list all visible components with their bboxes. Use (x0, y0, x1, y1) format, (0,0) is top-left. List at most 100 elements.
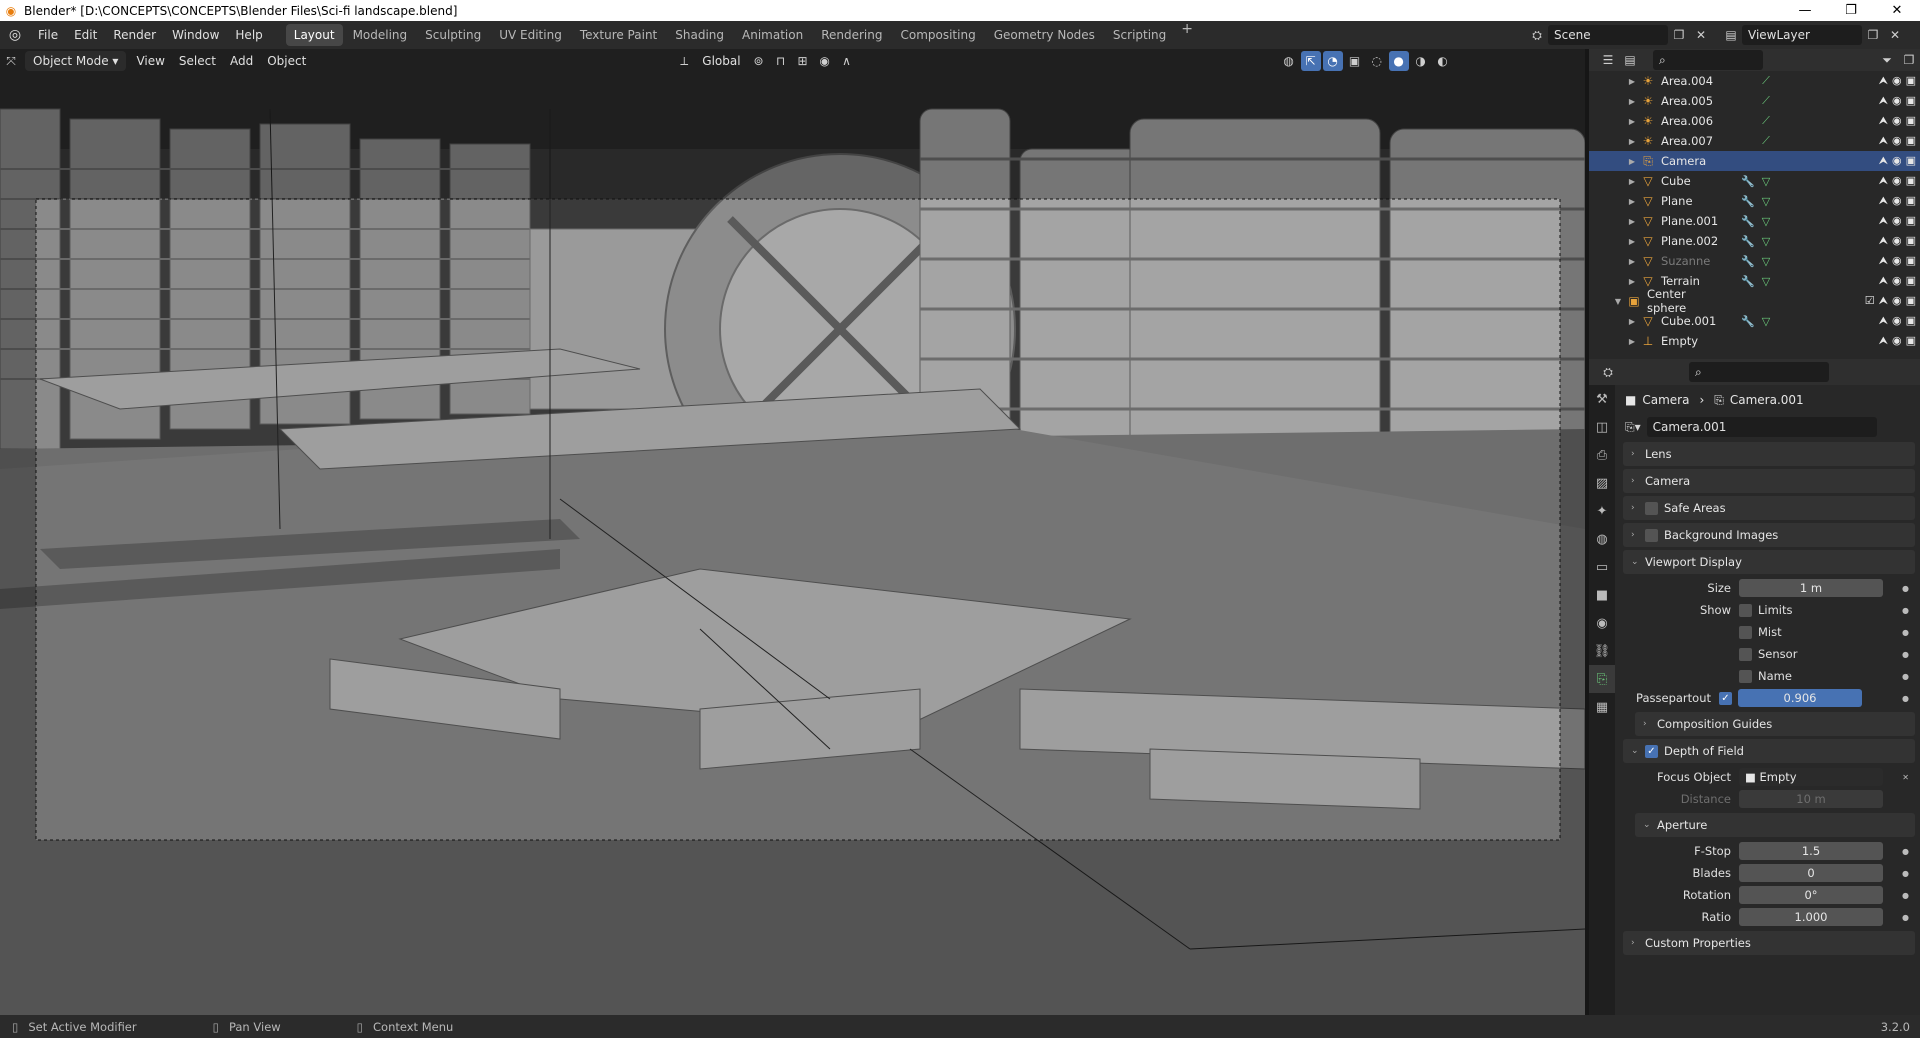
outliner-item-name[interactable]: Plane (1661, 194, 1739, 208)
new-scene-icon[interactable]: ❐ (1669, 25, 1689, 45)
outliner-row[interactable]: ▶ ▽ Terrain 🔧 ▽ ⮝ ◉ ▣ (1589, 271, 1920, 291)
scene-tab-icon[interactable]: ✦ (1589, 497, 1615, 525)
background-images-checkbox[interactable] (1645, 528, 1658, 542)
outliner-item-name[interactable]: Area.007 (1661, 134, 1739, 148)
select-toggle-icon[interactable]: ⮝ (1879, 334, 1888, 348)
filter-icon[interactable]: ⏷ (1877, 50, 1897, 70)
select-toggle-icon[interactable]: ⮝ (1879, 114, 1888, 128)
outliner-item-name[interactable]: Camera (1661, 154, 1739, 168)
expand-arrow-icon[interactable]: ▶ (1625, 197, 1639, 206)
outliner-row[interactable]: ▼ ▣ Center sphere ☑ ⮝ ◉ ▣ (1589, 287, 1920, 315)
expand-arrow-icon[interactable]: ▶ (1625, 157, 1639, 166)
pivot-icon[interactable]: ⊚ (749, 51, 769, 71)
outliner-row[interactable]: ▶ ▽ Plane.002 🔧 ▽ ⮝ ◉ ▣ (1589, 231, 1920, 251)
orientation-selector[interactable]: Global (695, 50, 747, 72)
tab-compositing[interactable]: Compositing (892, 24, 983, 46)
dof-checkbox[interactable]: ✓ (1645, 744, 1658, 758)
visibility-eye-icon[interactable]: ◉ (1892, 274, 1902, 288)
expand-arrow-icon[interactable]: ▶ (1625, 277, 1639, 286)
select-toggle-icon[interactable]: ⮝ (1879, 274, 1888, 288)
outliner-item-name[interactable]: Area.005 (1661, 94, 1739, 108)
tab-scripting[interactable]: Scripting (1105, 24, 1174, 46)
overlay-icon[interactable]: ◔ (1322, 51, 1343, 71)
scene-selector[interactable]: ⛭ Scene ❐ ✕ (1526, 24, 1726, 46)
keyframe-dot-icon[interactable]: ● (1902, 891, 1909, 900)
keyframe-dot-icon[interactable]: ● (1902, 584, 1909, 593)
exclude-checkbox[interactable]: ☑ (1865, 294, 1875, 308)
menu-help[interactable]: Help (227, 21, 270, 49)
camera-data-tab-icon[interactable]: ⎘ (1589, 665, 1615, 693)
outliner-row[interactable]: ▶ ☀ Area.005 ⟋ ⮝ ◉ ▣ (1589, 91, 1920, 111)
constraints-tab-icon[interactable]: ⛓ (1589, 637, 1615, 665)
outliner-item-name[interactable]: Area.006 (1661, 114, 1739, 128)
render-tab-icon[interactable]: ◫ (1589, 413, 1615, 441)
select-toggle-icon[interactable]: ⮝ (1879, 194, 1888, 208)
expand-arrow-icon[interactable]: ▶ (1625, 257, 1639, 266)
display-mode-icon[interactable]: ▤ (1620, 50, 1640, 70)
render-camera-icon[interactable]: ▣ (1906, 254, 1916, 268)
panel-custom-properties[interactable]: › Custom Properties (1623, 931, 1915, 955)
visibility-filter-icon[interactable]: ◍ (1279, 51, 1299, 71)
snap-target-icon[interactable]: ⊞ (793, 51, 813, 71)
rendered-shading-icon[interactable]: ◐ (1433, 51, 1453, 71)
blades-field[interactable]: 0 (1739, 864, 1883, 882)
visibility-eye-icon[interactable]: ◉ (1892, 234, 1902, 248)
outliner-item-name[interactable]: Plane.002 (1661, 234, 1739, 248)
outliner-row[interactable]: ▶ ☀ Area.007 ⟋ ⮝ ◉ ▣ (1589, 131, 1920, 151)
menu-select[interactable]: Select (172, 50, 223, 72)
select-toggle-icon[interactable]: ⮝ (1879, 254, 1888, 268)
material-shading-icon[interactable]: ◑ (1411, 51, 1431, 71)
select-toggle-icon[interactable]: ⮝ (1879, 134, 1888, 148)
expand-arrow-icon[interactable]: ▶ (1625, 237, 1639, 246)
panel-safe-areas[interactable]: › Safe Areas (1623, 496, 1915, 520)
solid-shading-icon[interactable]: ● (1388, 51, 1409, 71)
visibility-eye-icon[interactable]: ◉ (1892, 254, 1902, 268)
size-field[interactable]: 1 m (1739, 579, 1883, 597)
keyframe-dot-icon[interactable]: ● (1902, 913, 1909, 922)
render-camera-icon[interactable]: ▣ (1906, 174, 1916, 188)
delete-viewlayer-icon[interactable]: ✕ (1885, 25, 1905, 45)
physics-tab-icon[interactable]: ◉ (1589, 609, 1615, 637)
tab-rendering[interactable]: Rendering (813, 24, 890, 46)
visibility-eye-icon[interactable]: ◉ (1892, 74, 1902, 88)
tab-sculpting[interactable]: Sculpting (417, 24, 489, 46)
render-camera-icon[interactable]: ▣ (1906, 334, 1916, 348)
properties-search-input[interactable]: ⌕ (1689, 362, 1829, 382)
mist-checkbox[interactable] (1739, 625, 1752, 639)
outliner-item-name[interactable]: Terrain (1661, 274, 1739, 288)
panel-lens[interactable]: › Lens (1623, 442, 1915, 466)
tab-animation[interactable]: Animation (734, 24, 811, 46)
clear-focus-icon[interactable]: ✕ (1902, 773, 1909, 782)
viewport-scene[interactable] (0, 49, 1585, 1015)
outliner-item-name[interactable]: Plane.001 (1661, 214, 1739, 228)
wireframe-shading-icon[interactable]: ◌ (1367, 51, 1387, 71)
fstop-field[interactable]: 1.5 (1739, 842, 1883, 860)
object-tab-icon[interactable]: ■ (1589, 581, 1615, 609)
expand-arrow-icon[interactable]: ▶ (1625, 317, 1639, 326)
outliner-row[interactable]: ▶ ▽ Suzanne 🔧 ▽ ⮝ ◉ ▣ (1589, 251, 1920, 271)
tab-geometry-nodes[interactable]: Geometry Nodes (986, 24, 1103, 46)
passepartout-slider[interactable]: 0.906 (1738, 689, 1862, 707)
output-tab-icon[interactable]: ⎙ (1589, 441, 1615, 469)
outliner-row[interactable]: ▶ ▽ Cube.001 🔧 ▽ ⮝ ◉ ▣ (1589, 311, 1920, 331)
menu-object[interactable]: Object (260, 50, 313, 72)
select-toggle-icon[interactable]: ⮝ (1879, 74, 1888, 88)
select-toggle-icon[interactable]: ⮝ (1879, 94, 1888, 108)
visibility-eye-icon[interactable]: ◉ (1892, 174, 1902, 188)
scene-field[interactable]: Scene (1548, 25, 1668, 45)
menu-view[interactable]: View (129, 50, 171, 72)
render-camera-icon[interactable]: ▣ (1906, 74, 1916, 88)
blender-menu-icon[interactable]: ◎ (0, 27, 30, 43)
expand-arrow-icon[interactable]: ▶ (1625, 177, 1639, 186)
keyframe-dot-icon[interactable]: ● (1902, 869, 1909, 878)
keyframe-dot-icon[interactable]: ● (1902, 847, 1909, 856)
visibility-eye-icon[interactable]: ◉ (1892, 194, 1902, 208)
render-camera-icon[interactable]: ▣ (1906, 114, 1916, 128)
outliner-item-name[interactable]: Cube.001 (1661, 314, 1739, 328)
ratio-field[interactable]: 1.000 (1739, 908, 1883, 926)
outliner-row[interactable]: ▶ ☀ Area.004 ⟋ ⮝ ◉ ▣ (1589, 71, 1920, 91)
tab-layout[interactable]: Layout (285, 24, 343, 46)
panel-aperture[interactable]: ⌄ Aperture (1635, 813, 1915, 837)
close-button[interactable]: ✕ (1874, 3, 1920, 18)
tab-texture-paint[interactable]: Texture Paint (572, 24, 665, 46)
